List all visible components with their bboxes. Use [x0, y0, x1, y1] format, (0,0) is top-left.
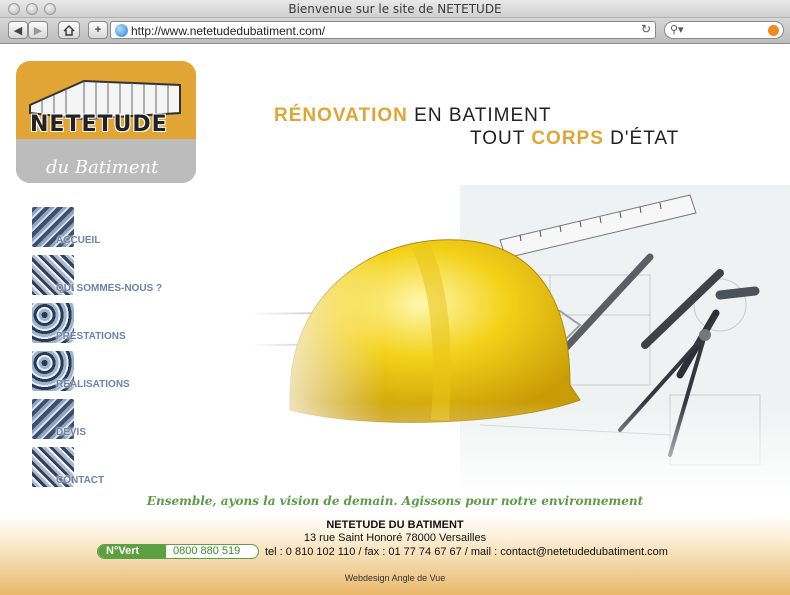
menu-item-label: ACCUEIL	[56, 235, 101, 246]
menu-item-label: CONTACT	[56, 475, 105, 486]
search-field[interactable]: ⚲▾	[664, 21, 784, 39]
reload-icon[interactable]: ↻	[641, 22, 651, 36]
add-bookmark-button[interactable]: +	[88, 21, 108, 39]
menu-item-qui-sommes-nous[interactable]: QUI SOMMES-NOUS ?	[32, 255, 172, 299]
back-arrow-icon: ◀	[13, 24, 23, 37]
footer-address: 13 rue Saint Honoré 78000 Versailles	[303, 532, 487, 544]
plus-icon: +	[94, 24, 102, 36]
menu-item-accueil[interactable]: ACCUEIL	[32, 207, 172, 251]
logo-script-text: du Batiment	[46, 157, 159, 178]
headline-tout: TOUT	[470, 128, 526, 149]
home-button[interactable]	[58, 21, 80, 39]
home-icon	[63, 24, 75, 36]
hero-illustration	[250, 185, 790, 495]
footer-company: NETETUDE DU BATIMENT	[326, 519, 464, 531]
menu-item-label: QUI SOMMES-NOUS ?	[56, 283, 163, 294]
footer: NETETUDE DU BATIMENT 13 rue Saint Honoré…	[0, 515, 790, 595]
site-logo[interactable]: NETETUDE du Batiment	[16, 61, 196, 183]
forward-button[interactable]: ▶	[28, 21, 48, 39]
headline-detat: D'ÉTAT	[610, 128, 680, 149]
menu-item-label: PRESTATIONS	[56, 331, 126, 342]
browser-toolbar: ◀ ▶ + http://www.netetudedubatiment.com/…	[0, 18, 790, 44]
slogan: Ensemble, ayons la vision de demain. Agi…	[146, 494, 644, 508]
window-titlebar: Bienvenue sur le site de NETETUDE	[0, 0, 790, 18]
numero-vert-number: 0800 880 519	[173, 545, 241, 557]
window-title: Bienvenue sur le site de NETETUDE	[288, 2, 502, 16]
menu-item-label: DEVIS	[56, 427, 87, 438]
search-icon: ⚲▾	[670, 24, 684, 36]
snapback-icon[interactable]	[768, 25, 779, 36]
headline: RÉNOVATION EN BATIMENT TOUT CORPS D'ÉTAT	[274, 105, 679, 150]
forward-arrow-icon: ▶	[33, 24, 43, 37]
page-content: NETETUDE du Batiment RÉNOVATION EN BATIM…	[0, 45, 790, 595]
menu-item-devis[interactable]: DEVIS	[32, 399, 172, 443]
globe-icon	[115, 24, 128, 37]
url-field[interactable]: http://www.netetudedubatiment.com/ ↻	[110, 21, 656, 39]
webdesign-credit-link[interactable]: Webdesign Angle de Vue	[0, 573, 790, 583]
back-button[interactable]: ◀	[8, 21, 28, 39]
footer-contact: tel : 0 810 102 110 / fax : 01 77 74 67 …	[265, 546, 668, 558]
headline-renovation: RÉNOVATION	[274, 105, 408, 126]
logo-brand-text: NETETUDE	[30, 112, 168, 137]
url-text: http://www.netetudedubatiment.com/	[131, 24, 326, 38]
headline-en-batiment: EN BATIMENT	[414, 105, 552, 126]
numero-vert-tag: N°Vert	[98, 545, 166, 558]
headline-corps: CORPS	[531, 128, 604, 149]
menu-item-realisations[interactable]: REALISATIONS	[32, 351, 172, 395]
numero-vert-badge: N°Vert 0800 880 519	[97, 544, 259, 559]
menu-item-contact[interactable]: CONTACT	[32, 447, 172, 491]
menu-item-label: REALISATIONS	[56, 379, 130, 390]
menu-item-prestations[interactable]: PRESTATIONS	[32, 303, 172, 347]
